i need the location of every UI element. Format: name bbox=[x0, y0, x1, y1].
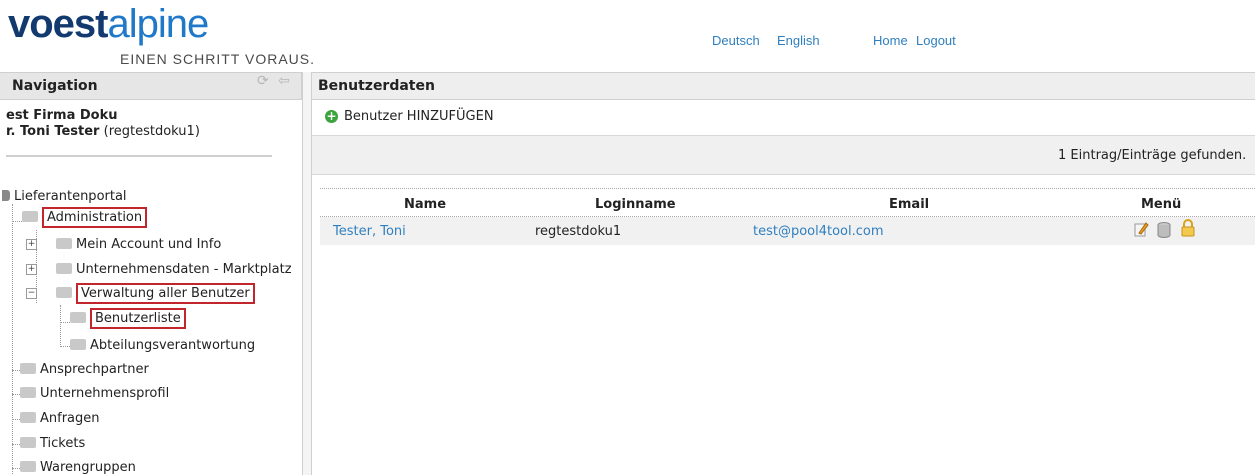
voestalpine-logo: voestalpine bbox=[8, 2, 210, 46]
tree-label: Unternehmensprofil bbox=[40, 386, 170, 401]
column-header-menu: Menü bbox=[1141, 197, 1182, 212]
folder-icon bbox=[22, 211, 38, 222]
link-home[interactable]: Home bbox=[873, 33, 908, 48]
tree-line bbox=[12, 204, 13, 474]
folder-icon bbox=[70, 339, 86, 350]
tree-label: Anfragen bbox=[40, 411, 100, 426]
collapse-minus-icon[interactable]: − bbox=[26, 288, 37, 299]
user-email-link[interactable]: test@pool4tool.com bbox=[753, 224, 884, 239]
tree-line bbox=[12, 419, 20, 420]
link-deutsch[interactable]: Deutsch bbox=[712, 33, 760, 48]
tree-item-mein-account[interactable]: + Mein Account und Info bbox=[26, 237, 221, 252]
tree-item-anfragen[interactable]: Anfragen bbox=[20, 411, 100, 426]
folder-icon bbox=[20, 461, 36, 472]
panel-splitter[interactable] bbox=[302, 72, 312, 475]
column-header-loginname[interactable]: Loginname bbox=[595, 197, 676, 212]
tree-line bbox=[12, 468, 20, 469]
tree-label: Lieferantenportal bbox=[14, 189, 127, 204]
add-circle-icon: + bbox=[325, 109, 338, 123]
user-name: r. Toni Tester bbox=[6, 124, 100, 139]
column-header-name[interactable]: Name bbox=[404, 197, 446, 212]
tree-item-unternehmensdaten[interactable]: + Unternehmensdaten - Marktplatz bbox=[26, 262, 292, 277]
tree-line bbox=[60, 305, 61, 347]
logo-tagline: EINEN SCHRITT VORAUS. bbox=[120, 51, 315, 67]
tree-line bbox=[60, 346, 70, 347]
tree-label: Abteilungsverantwortung bbox=[90, 338, 256, 353]
user-info: r. Toni Tester (regtestdoku1) bbox=[6, 124, 200, 139]
logo-text-alpine: alpine bbox=[107, 2, 210, 46]
tree-item-tickets[interactable]: Tickets bbox=[20, 436, 85, 451]
delete-database-icon[interactable] bbox=[1157, 222, 1171, 238]
folder-icon bbox=[56, 238, 72, 249]
tree-label: Mein Account und Info bbox=[76, 237, 222, 252]
tree-item-lieferantenportal[interactable]: Lieferantenportal bbox=[2, 189, 127, 204]
tree-label: Tickets bbox=[40, 436, 86, 451]
tree-label: Warengruppen bbox=[40, 460, 136, 475]
folder-icon bbox=[20, 437, 36, 448]
link-logout[interactable]: Logout bbox=[916, 33, 956, 48]
tree-item-warengruppen[interactable]: Warengruppen bbox=[20, 460, 136, 475]
edit-pencil-icon[interactable] bbox=[1133, 221, 1149, 237]
collapse-arrows-icon[interactable]: ⟳ bbox=[257, 73, 269, 89]
company-name: est Firma Doku bbox=[6, 108, 118, 123]
tree-line bbox=[60, 322, 70, 323]
portal-icon bbox=[2, 190, 10, 201]
add-user-label: Benutzer HINZUFÜGEN bbox=[344, 109, 494, 124]
tree-item-benutzerliste[interactable]: Benutzerliste bbox=[70, 308, 186, 329]
tree-label: Administration bbox=[42, 207, 148, 228]
lock-icon[interactable] bbox=[1180, 219, 1196, 237]
expand-plus-icon[interactable]: + bbox=[26, 264, 37, 275]
main-header bbox=[312, 72, 1255, 100]
expand-plus-icon[interactable]: + bbox=[26, 239, 37, 250]
add-user-button[interactable]: + Benutzer HINZUFÜGEN bbox=[325, 109, 494, 124]
tree-line bbox=[12, 370, 20, 371]
folder-icon bbox=[70, 312, 86, 323]
folder-icon bbox=[20, 387, 36, 398]
tree-item-administration[interactable]: Administration bbox=[22, 207, 148, 228]
link-english[interactable]: English bbox=[777, 33, 820, 48]
user-login: (regtestdoku1) bbox=[103, 124, 200, 139]
folder-icon bbox=[20, 412, 36, 423]
tree-item-ansprechpartner[interactable]: Ansprechpartner bbox=[20, 362, 149, 377]
tree-line bbox=[12, 444, 20, 445]
tree-label: Ansprechpartner bbox=[40, 362, 149, 377]
folder-icon bbox=[20, 363, 36, 374]
tree-label: Verwaltung aller Benutzer bbox=[76, 283, 255, 304]
folder-icon bbox=[56, 287, 72, 298]
user-name-link[interactable]: Tester, Toni bbox=[333, 224, 406, 239]
back-arrow-icon[interactable]: ⇦ bbox=[278, 73, 290, 89]
divider bbox=[6, 155, 272, 157]
navigation-title: Navigation bbox=[12, 78, 98, 94]
results-count: 1 Eintrag/Einträge gefunden. bbox=[1058, 148, 1247, 163]
tree-label: Benutzerliste bbox=[90, 308, 186, 329]
table-header bbox=[320, 195, 1255, 217]
column-header-email[interactable]: Email bbox=[889, 197, 929, 212]
page-title: Benutzerdaten bbox=[318, 78, 435, 94]
tree-item-abteilungsverantwortung[interactable]: Abteilungsverantwortung bbox=[70, 338, 255, 353]
user-loginname: regtestdoku1 bbox=[535, 224, 622, 239]
folder-icon bbox=[56, 263, 72, 274]
tree-item-verwaltung[interactable]: − Verwaltung aller Benutzer bbox=[26, 283, 255, 304]
tree-label: Unternehmensdaten - Marktplatz bbox=[76, 262, 292, 277]
tree-line bbox=[12, 394, 20, 395]
table-top-border bbox=[320, 188, 1255, 189]
logo-text-voest: voest bbox=[8, 2, 108, 46]
tree-item-unternehmensprofil[interactable]: Unternehmensprofil bbox=[20, 386, 169, 401]
